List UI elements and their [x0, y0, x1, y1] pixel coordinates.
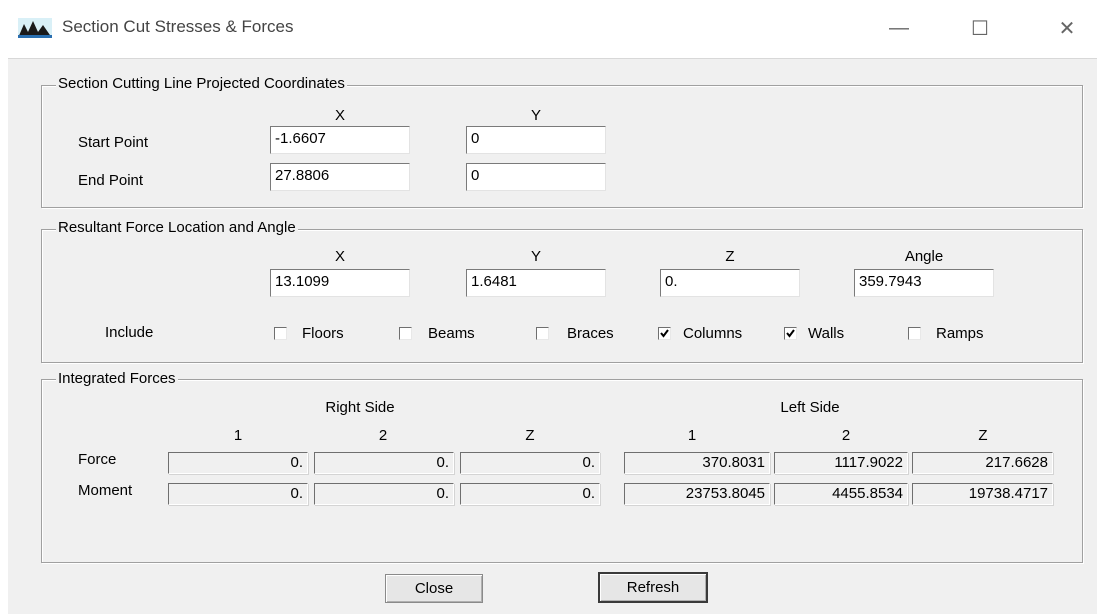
- columns-checkbox[interactable]: [658, 327, 671, 340]
- include-label: Include: [105, 324, 154, 341]
- left-col-z-header: Z: [978, 427, 988, 444]
- resultant-z-header: Z: [725, 248, 735, 265]
- left-col-1-header: 1: [687, 427, 697, 444]
- end-y-field[interactable]: 0: [466, 163, 606, 191]
- force-right-z: 0.: [460, 452, 600, 474]
- ramps-checkbox[interactable]: [908, 327, 921, 340]
- moment-label: Moment: [78, 482, 133, 499]
- force-left-z: 217.6628: [912, 452, 1053, 474]
- floors-checkbox[interactable]: [274, 327, 287, 340]
- resultant-z-field[interactable]: 0.: [660, 269, 800, 297]
- window-title: Section Cut Stresses & Forces: [62, 17, 294, 36]
- resultant-angle-field[interactable]: 359.7943: [854, 269, 994, 297]
- minimize-button[interactable]: —: [877, 8, 921, 48]
- checkmark-icon: [660, 329, 669, 338]
- braces-label: Braces: [567, 325, 614, 342]
- right-col-1-header: 1: [233, 427, 243, 444]
- projected-y-header: Y: [530, 107, 541, 124]
- resultant-force-legend: Resultant Force Location and Angle: [56, 219, 298, 236]
- right-side-header: Right Side: [325, 399, 395, 416]
- beams-label: Beams: [428, 325, 475, 342]
- close-window-button[interactable]: ✕: [1045, 8, 1089, 48]
- resultant-y-header: Y: [530, 248, 541, 265]
- right-col-z-header: Z: [525, 427, 535, 444]
- end-x-field[interactable]: 27.8806: [270, 163, 410, 191]
- minimize-icon: —: [889, 16, 909, 39]
- moment-left-2: 4455.8534: [774, 483, 908, 505]
- dialog-client-area: Section Cutting Line Projected Coordinat…: [8, 58, 1097, 614]
- ramps-label: Ramps: [936, 325, 984, 342]
- start-x-field[interactable]: -1.6607: [270, 126, 410, 154]
- floors-label: Floors: [302, 325, 344, 342]
- start-point-label: Start Point: [78, 134, 149, 151]
- integrated-forces-legend: Integrated Forces: [56, 370, 178, 387]
- start-y-field[interactable]: 0: [466, 126, 606, 154]
- resultant-y-field[interactable]: 1.6481: [466, 269, 606, 297]
- moment-left-z: 19738.4717: [912, 483, 1053, 505]
- window-border: [0, 58, 8, 613]
- right-col-2-header: 2: [378, 427, 388, 444]
- maximize-button[interactable]: ☐: [958, 8, 1002, 48]
- resultant-angle-header: Angle: [904, 248, 944, 265]
- refresh-button[interactable]: Refresh: [598, 572, 708, 603]
- left-col-2-header: 2: [841, 427, 851, 444]
- close-button[interactable]: Close: [385, 574, 483, 603]
- force-right-2: 0.: [314, 452, 454, 474]
- moment-right-2: 0.: [314, 483, 454, 505]
- beams-checkbox[interactable]: [399, 327, 412, 340]
- end-point-label: End Point: [78, 172, 144, 189]
- projected-coordinates-legend: Section Cutting Line Projected Coordinat…: [56, 75, 347, 92]
- moment-left-1: 23753.8045: [624, 483, 770, 505]
- moment-right-z: 0.: [460, 483, 600, 505]
- force-left-2: 1117.9022: [774, 452, 908, 474]
- resultant-x-header: X: [334, 248, 345, 265]
- moment-right-1: 0.: [168, 483, 308, 505]
- left-side-header: Left Side: [780, 399, 840, 416]
- title-bar: Section Cut Stresses & Forces — ☐ ✕: [0, 0, 1097, 58]
- force-label: Force: [78, 451, 117, 468]
- close-icon: ✕: [1058, 17, 1076, 40]
- app-mountain-icon: [18, 18, 52, 38]
- force-left-1: 370.8031: [624, 452, 770, 474]
- resultant-x-field[interactable]: 13.1099: [270, 269, 410, 297]
- checkmark-icon: [786, 329, 795, 338]
- projected-x-header: X: [334, 107, 345, 124]
- maximize-icon: ☐: [971, 17, 989, 40]
- walls-label: Walls: [808, 325, 845, 342]
- force-right-1: 0.: [168, 452, 308, 474]
- walls-checkbox[interactable]: [784, 327, 797, 340]
- columns-label: Columns: [683, 325, 743, 342]
- braces-checkbox[interactable]: [536, 327, 549, 340]
